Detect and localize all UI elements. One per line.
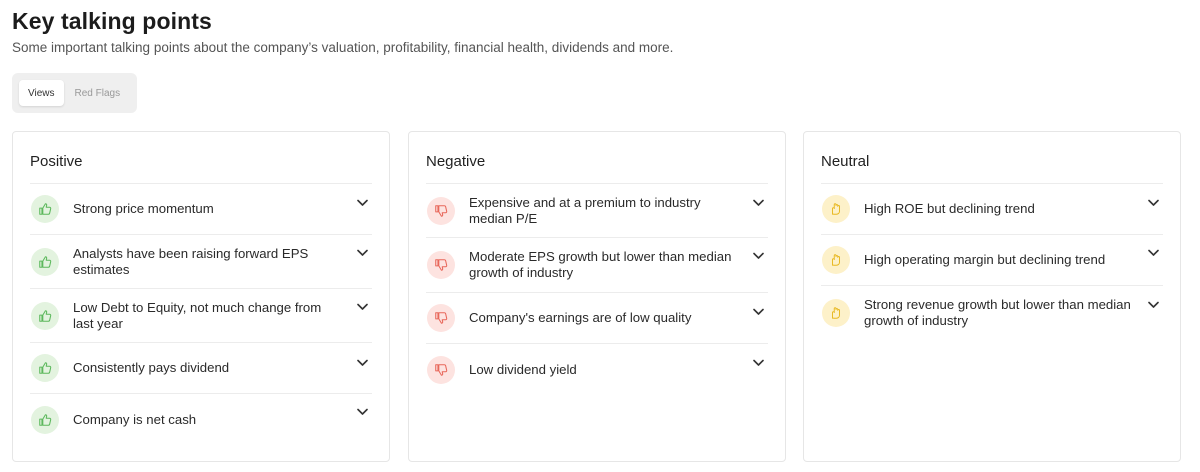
- positive-item[interactable]: Low Debt to Equity, not much change from…: [30, 289, 372, 343]
- negative-item[interactable]: Company's earnings are of low quality: [426, 293, 768, 344]
- positive-item-label: Low Debt to Equity, not much change from…: [73, 299, 322, 331]
- neutral-item[interactable]: High ROE but declining trend: [821, 184, 1163, 235]
- hand-neutral-icon: [822, 195, 850, 223]
- tab-views[interactable]: Views: [19, 80, 64, 106]
- chevron-down-icon[interactable]: [751, 249, 765, 263]
- chevron-down-icon[interactable]: [751, 356, 765, 370]
- page-subtitle: Some important talking points about the …: [12, 40, 674, 55]
- thumbs-up-icon: [31, 354, 59, 382]
- chevron-down-icon[interactable]: [751, 196, 765, 210]
- negative-item[interactable]: Moderate EPS growth but lower than media…: [426, 238, 768, 293]
- neutral-item[interactable]: High operating margin but declining tren…: [821, 235, 1163, 286]
- negative-item-label: Moderate EPS growth but lower than media…: [469, 249, 732, 280]
- positive-list: Strong price momentum Analysts have been…: [30, 183, 372, 445]
- chevron-down-icon[interactable]: [1146, 246, 1160, 260]
- positive-item[interactable]: Strong price momentum: [30, 184, 372, 235]
- chevron-down-icon[interactable]: [355, 405, 369, 419]
- neutral-item-label: Strong revenue growth but lower than med…: [864, 297, 1131, 328]
- thumbs-up-icon: [31, 195, 59, 223]
- neutral-list: High ROE but declining trend High operat…: [821, 183, 1163, 340]
- chevron-down-icon[interactable]: [355, 356, 369, 370]
- positive-item[interactable]: Company is net cash: [30, 394, 372, 445]
- hand-neutral-icon: [822, 246, 850, 274]
- chevron-down-icon[interactable]: [1146, 298, 1160, 312]
- negative-card-title: Negative: [426, 153, 486, 170]
- chevron-down-icon[interactable]: [355, 246, 369, 260]
- thumbs-up-icon: [31, 247, 59, 276]
- positive-item-label: Company is net cash: [73, 411, 197, 427]
- positive-card-title: Positive: [30, 153, 83, 170]
- negative-card: Negative Expensive and at a premium to i…: [408, 131, 786, 462]
- negative-item-label: Low dividend yield: [469, 361, 577, 377]
- chevron-down-icon[interactable]: [1146, 196, 1160, 210]
- thumbs-down-icon: [427, 304, 455, 332]
- positive-item-label: Consistently pays dividend: [73, 360, 230, 375]
- thumbs-down-icon: [427, 355, 455, 384]
- neutral-card: Neutral High ROE but declining trend Hig…: [803, 131, 1181, 462]
- thumbs-up-icon: [31, 301, 59, 330]
- neutral-item-label: High ROE but declining trend: [864, 201, 1035, 216]
- negative-item-label: Expensive and at a premium to industry m…: [469, 194, 701, 226]
- tab-red-flags[interactable]: Red Flags: [66, 80, 130, 106]
- chevron-down-icon[interactable]: [355, 196, 369, 210]
- negative-list: Expensive and at a premium to industry m…: [426, 183, 768, 395]
- neutral-item[interactable]: Strong revenue growth but lower than med…: [821, 286, 1163, 340]
- thumbs-down-icon: [427, 251, 455, 279]
- positive-item[interactable]: Consistently pays dividend: [30, 343, 372, 394]
- neutral-item-label: High operating margin but declining tren…: [864, 252, 1106, 267]
- thumbs-up-icon: [31, 405, 59, 434]
- negative-item[interactable]: Expensive and at a premium to industry m…: [426, 184, 768, 238]
- positive-item[interactable]: Analysts have been raising forward EPS e…: [30, 235, 372, 289]
- neutral-card-title: Neutral: [821, 153, 870, 170]
- positive-item-label: Analysts have been raising forward EPS e…: [73, 245, 309, 277]
- page-title: Key talking points: [12, 8, 212, 34]
- thumbs-down-icon: [427, 196, 455, 225]
- chevron-down-icon[interactable]: [751, 305, 765, 319]
- hand-neutral-icon: [822, 299, 850, 327]
- negative-item[interactable]: Low dividend yield: [426, 344, 768, 395]
- chevron-down-icon[interactable]: [355, 300, 369, 314]
- positive-card: Positive Strong price momentum Analysts …: [12, 131, 390, 462]
- view-tabs: Views Red Flags: [12, 73, 137, 113]
- negative-item-label: Company's earnings are of low quality: [469, 310, 692, 325]
- positive-item-label: Strong price momentum: [73, 201, 214, 216]
